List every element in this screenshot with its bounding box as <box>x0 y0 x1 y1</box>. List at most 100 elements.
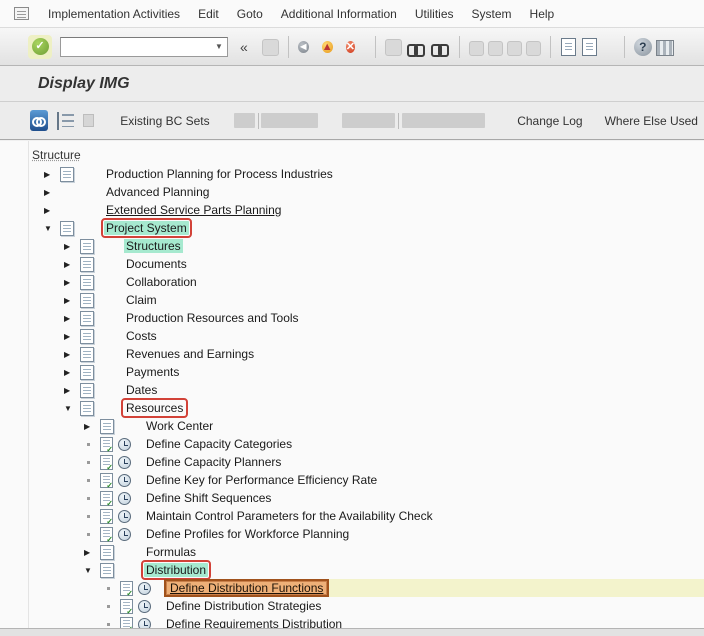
expand-arrow-icon[interactable]: ▶ <box>84 548 100 557</box>
new-session-icon[interactable] <box>560 37 576 56</box>
tree-item-label[interactable]: Define Requirements Distribution <box>164 617 344 628</box>
cancel-button[interactable]: ✕ <box>345 37 366 57</box>
tree-row[interactable]: ▶ Costs <box>0 327 704 345</box>
collapse-arrow-icon[interactable]: ▼ <box>44 224 60 233</box>
tree-row[interactable]: ▶ Revenues and Earnings <box>0 345 704 363</box>
menu-item-system[interactable]: System <box>463 4 521 24</box>
menu-item-help[interactable]: Help <box>521 4 564 24</box>
tree-row[interactable]: Maintain Control Parameters for the Avai… <box>0 507 704 526</box>
cancel-icon: ✕ <box>345 40 356 53</box>
tree-item-label[interactable]: Define Capacity Categories <box>144 437 294 451</box>
expand-arrow-icon[interactable]: ▶ <box>64 386 80 395</box>
tree-item-label[interactable]: Documents <box>124 257 189 271</box>
command-dropdown-icon[interactable]: ▼ <box>212 40 226 54</box>
expand-arrow-icon[interactable]: ▶ <box>64 332 80 341</box>
menu-item-utilities[interactable]: Utilities <box>406 4 463 24</box>
tree-row[interactable]: ▶ Payments <box>0 363 704 381</box>
command-field[interactable] <box>60 36 228 57</box>
tree-item-label[interactable]: Dates <box>124 383 159 397</box>
tree-row[interactable]: ▼ Resources <box>0 398 704 418</box>
expand-arrow-icon[interactable]: ▶ <box>64 368 80 377</box>
collapse-toolbar-icon[interactable]: « <box>240 39 248 55</box>
tree-row[interactable]: ▶ Claim <box>0 291 704 309</box>
tree-row[interactable]: ▶ Advanced Planning <box>0 183 704 201</box>
expand-arrow-icon[interactable]: ▶ <box>44 206 60 215</box>
tree-row[interactable]: Define Capacity Categories <box>0 435 704 454</box>
tree-row[interactable]: Define Key for Performance Efficiency Ra… <box>0 471 704 490</box>
expand-arrow-icon[interactable]: ▶ <box>64 242 80 251</box>
tree-item-label[interactable]: Define Key for Performance Efficiency Ra… <box>144 473 379 487</box>
tree-item-label[interactable]: Distribution <box>140 560 212 580</box>
expand-arrow-icon[interactable]: ▶ <box>64 260 80 269</box>
create-shortcut-icon[interactable] <box>581 37 597 56</box>
tree-item-label[interactable]: Formulas <box>144 545 198 559</box>
tree-row[interactable]: ▶ Formulas <box>0 543 704 561</box>
tree-item-label[interactable]: Extended Service Parts Planning <box>104 203 283 217</box>
change-log-button[interactable]: Change Log <box>511 110 588 132</box>
tree-item-label[interactable]: Define Profiles for Workforce Planning <box>144 527 351 541</box>
tree-row[interactable]: ▶ Production Planning for Process Industr… <box>0 165 704 183</box>
tree-item-label[interactable]: Project System <box>101 218 192 238</box>
tree-row[interactable]: ▶ Collaboration <box>0 273 704 291</box>
tree-row[interactable]: Define Requirements Distribution <box>0 615 704 628</box>
enter-button[interactable]: ✓ <box>28 34 52 59</box>
find-next-icon[interactable] <box>430 42 450 57</box>
expand-arrow-icon[interactable]: ▶ <box>64 296 80 305</box>
tree-item-label[interactable]: Maintain Control Parameters for the Avai… <box>144 509 435 523</box>
position-tree-icon[interactable] <box>56 111 74 130</box>
expand-arrow-icon[interactable]: ▶ <box>64 278 80 287</box>
expand-arrow-icon[interactable]: ▶ <box>64 314 80 323</box>
tree-row[interactable]: ▶ Dates <box>0 381 704 399</box>
customize-layout-icon[interactable] <box>655 39 674 56</box>
tree-row[interactable]: ▶ Work Center <box>0 417 704 435</box>
tree-item-label[interactable]: Structures <box>124 239 183 253</box>
expand-arrow-icon[interactable]: ▶ <box>44 188 60 197</box>
exit-button[interactable]: ▲ <box>321 37 342 57</box>
tree-row[interactable]: ▶ Documents <box>0 255 704 273</box>
menu-item-additional-information[interactable]: Additional Information <box>272 4 406 24</box>
find-icon[interactable] <box>406 42 426 57</box>
expand-arrow-icon[interactable]: ▶ <box>44 170 60 179</box>
tree-item-label[interactable]: Production Planning for Process Industri… <box>104 167 335 181</box>
tree-item-label[interactable]: Define Shift Sequences <box>144 491 273 505</box>
tree-icon-slot <box>120 616 158 628</box>
display-glasses-icon[interactable] <box>30 110 48 131</box>
collapse-arrow-icon[interactable]: ▼ <box>64 404 80 413</box>
where-else-used-button[interactable]: Where Else Used <box>599 110 704 132</box>
activity-document-icon <box>100 454 113 472</box>
menu-item-implementation-activities[interactable]: Implementation Activities <box>39 4 189 24</box>
tree-row[interactable]: Define Capacity Planners <box>0 453 704 472</box>
tree-item-label[interactable]: Define Distribution Functions <box>164 579 330 597</box>
tree-row[interactable]: ▶ Extended Service Parts Planning <box>0 201 704 219</box>
expand-arrow-icon[interactable]: ▶ <box>84 422 100 431</box>
toolbar-separator <box>374 35 376 58</box>
tree-row[interactable]: ▼ Project System <box>0 218 704 238</box>
menu-item-edit[interactable]: Edit <box>189 4 228 24</box>
tree-row[interactable]: Define Shift Sequences <box>0 489 704 508</box>
existing-bc-sets-button[interactable]: Existing BC Sets <box>114 110 215 132</box>
back-button[interactable]: ◄ <box>297 37 318 57</box>
tree-item-label[interactable]: Revenues and Earnings <box>124 347 256 361</box>
expand-arrow-icon[interactable]: ▶ <box>64 350 80 359</box>
tree-item-label[interactable]: Work Center <box>144 419 215 433</box>
tree-item-label[interactable]: Advanced Planning <box>104 185 211 199</box>
tree-item-label[interactable]: Production Resources and Tools <box>124 311 301 325</box>
tree-row[interactable]: Define Profiles for Workforce Planning <box>0 525 704 544</box>
tree-item-label[interactable]: Collaboration <box>124 275 199 289</box>
tree-item-label[interactable]: Resources <box>120 398 189 418</box>
tree-item-label[interactable]: Costs <box>124 329 159 343</box>
tree-item-label[interactable]: Payments <box>124 365 181 379</box>
tree-row[interactable]: ▶ Structures <box>0 237 704 255</box>
help-icon[interactable]: ? <box>633 37 652 56</box>
system-menu-icon[interactable] <box>14 7 29 20</box>
tree-row[interactable]: ▼ Distribution <box>0 560 704 580</box>
tree-row[interactable]: Define Distribution Strategies <box>0 597 704 616</box>
menu-item-goto[interactable]: Goto <box>228 4 272 24</box>
tree-item-label[interactable]: Define Capacity Planners <box>144 455 283 469</box>
tree-row[interactable]: Define Distribution Functions <box>0 579 704 598</box>
collapse-arrow-icon[interactable]: ▼ <box>84 566 100 575</box>
disabled-icon <box>83 114 95 127</box>
tree-item-label[interactable]: Define Distribution Strategies <box>164 599 323 613</box>
tree-row[interactable]: ▶ Production Resources and Tools <box>0 309 704 327</box>
tree-item-label[interactable]: Claim <box>124 293 159 307</box>
